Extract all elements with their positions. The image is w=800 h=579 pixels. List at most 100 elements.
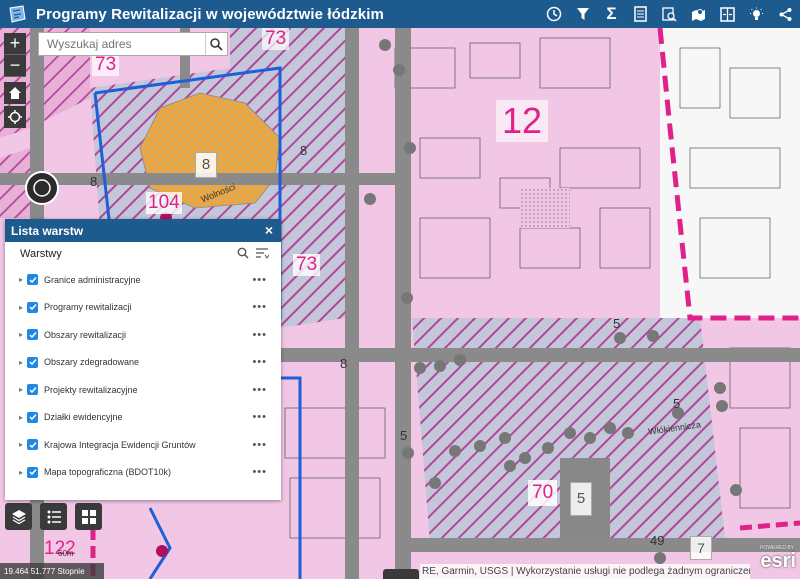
expand-arrow-icon[interactable]: ▸: [19, 330, 27, 339]
area-label-70: 70: [528, 480, 558, 506]
road-label-5: 5: [673, 396, 681, 411]
scale-label: 60m: [58, 549, 74, 558]
layer-item[interactable]: ▸ Krajowa Integracja Ewidencji Gruntów •…: [5, 431, 281, 459]
search-icon: [210, 37, 223, 51]
esri-logo: esri: [760, 550, 796, 572]
layer-checkbox[interactable]: [27, 384, 38, 396]
history-icon[interactable]: [539, 0, 568, 28]
check-icon: [28, 304, 37, 311]
expand-arrow-icon[interactable]: ▸: [19, 440, 27, 449]
search-data-icon[interactable]: [655, 0, 684, 28]
close-icon[interactable]: ×: [265, 222, 273, 238]
layer-item[interactable]: ▸ Mapa topograficzna (BDOT10k) •••: [5, 459, 281, 487]
split-view-icon[interactable]: [713, 0, 742, 28]
app-title: Programy Rewitalizacji w województwie łó…: [36, 5, 384, 23]
panel-subtitle: Warstwy: [20, 248, 62, 260]
basemap-gallery-button[interactable]: [75, 503, 102, 530]
lightbulb-icon[interactable]: [742, 0, 771, 28]
building-label-8: 8: [195, 152, 217, 178]
road-label-8: 8: [300, 143, 308, 158]
layer-item[interactable]: ▸ Obszary zdegradowane •••: [5, 349, 281, 377]
layer-item[interactable]: ▸ Projekty rewitalizacyjne •••: [5, 376, 281, 404]
layer-list: ▸ Granice administracyjne ••• ▸ Programy…: [5, 266, 281, 486]
layer-checkbox[interactable]: [27, 356, 38, 368]
road-label-8: 8: [340, 356, 348, 371]
building-label-5: 5: [570, 482, 592, 516]
more-options-icon[interactable]: •••: [252, 329, 267, 341]
area-label-73: 73: [262, 28, 290, 50]
layer-checkbox[interactable]: [27, 411, 38, 423]
layer-item[interactable]: ▸ Granice administracyjne •••: [5, 266, 281, 294]
layer-checkbox[interactable]: [27, 466, 38, 478]
layer-list-panel: Lista warstw × Warstwy ▸ Granice adminis…: [5, 219, 281, 500]
more-options-icon[interactable]: •••: [252, 466, 267, 478]
more-options-icon[interactable]: •••: [252, 301, 267, 313]
area-label-104: 104: [146, 192, 182, 214]
expand-arrow-icon[interactable]: ▸: [19, 413, 27, 422]
layer-item[interactable]: ▸ Programy rewitalizacji •••: [5, 294, 281, 322]
check-icon: [28, 386, 37, 393]
filter-list-icon[interactable]: [255, 247, 269, 259]
layer-checkbox[interactable]: [27, 274, 38, 286]
layers-icon: [11, 509, 26, 524]
expand-arrow-icon[interactable]: ▸: [19, 358, 27, 367]
layer-label: Obszary zdegradowane: [44, 357, 140, 368]
home-button[interactable]: [4, 82, 26, 104]
expand-arrow-icon[interactable]: ▸: [19, 468, 27, 477]
more-options-icon[interactable]: •••: [252, 411, 267, 423]
legend-button[interactable]: [40, 503, 67, 530]
zoom-in-button[interactable]: +: [4, 33, 26, 55]
zoom-controls: + −: [4, 33, 26, 77]
coordinates-text: 19.464 51.777 Stopnie: [4, 566, 85, 576]
layers-button[interactable]: [5, 503, 32, 530]
road-label-5: 5: [613, 316, 621, 331]
more-options-icon[interactable]: •••: [252, 384, 267, 396]
layer-checkbox[interactable]: [27, 439, 38, 451]
layer-label: Działki ewidencyjne: [44, 412, 123, 423]
check-icon: [28, 331, 37, 338]
grid-icon: [81, 509, 96, 524]
layer-item[interactable]: ▸ Działki ewidencyjne •••: [5, 404, 281, 432]
check-icon: [28, 469, 37, 476]
sigma-icon[interactable]: Σ: [597, 0, 626, 28]
check-icon: [28, 276, 37, 283]
expand-arrow-icon[interactable]: ▸: [19, 275, 27, 284]
share-icon[interactable]: [771, 0, 800, 28]
header-toolbar: Σ: [539, 0, 800, 28]
locate-button[interactable]: [4, 106, 26, 128]
road-label-8: 8: [90, 174, 98, 189]
app-header: Programy Rewitalizacji w województwie łó…: [0, 0, 800, 28]
road-label-49: 49: [650, 533, 665, 548]
search-input[interactable]: [39, 33, 205, 55]
building-label-7: 7: [690, 536, 712, 560]
more-options-icon[interactable]: •••: [252, 274, 267, 286]
search-button[interactable]: [205, 33, 227, 55]
expand-arrow-icon[interactable]: ▸: [19, 303, 27, 312]
layer-item[interactable]: ▸ Obszary rewitalizacji •••: [5, 321, 281, 349]
locate-icon: [8, 110, 22, 124]
attribution-toggle[interactable]: [383, 569, 419, 579]
app-logo-icon: [6, 3, 28, 25]
expand-arrow-icon[interactable]: ▸: [19, 385, 27, 394]
layer-checkbox[interactable]: [27, 301, 38, 313]
area-label-73: 73: [92, 54, 120, 76]
map-pin-icon[interactable]: [684, 0, 713, 28]
panel-header: Lista warstw ×: [5, 219, 281, 242]
more-options-icon[interactable]: •••: [252, 356, 267, 368]
layer-label: Krajowa Integracja Ewidencji Gruntów: [44, 439, 196, 450]
more-options-icon[interactable]: •••: [252, 439, 267, 451]
layer-label: Projekty rewitalizacyjne: [44, 384, 138, 395]
check-icon: [28, 359, 37, 366]
layer-checkbox[interactable]: [27, 329, 38, 341]
coordinates-readout: 19.464 51.777 Stopnie: [0, 563, 104, 579]
attribution-bar: RE, Garmin, USGS | Wykorzystanie usługi …: [420, 564, 750, 579]
search-icon[interactable]: [237, 247, 249, 259]
road-label-5: 5: [400, 428, 408, 443]
address-search: [38, 32, 228, 56]
filter-icon[interactable]: [568, 0, 597, 28]
document-icon[interactable]: [626, 0, 655, 28]
zoom-out-button[interactable]: −: [4, 55, 26, 77]
panel-title: Lista warstw: [11, 223, 84, 238]
legend-icon: [47, 510, 61, 523]
layer-label: Granice administracyjne: [44, 274, 141, 285]
